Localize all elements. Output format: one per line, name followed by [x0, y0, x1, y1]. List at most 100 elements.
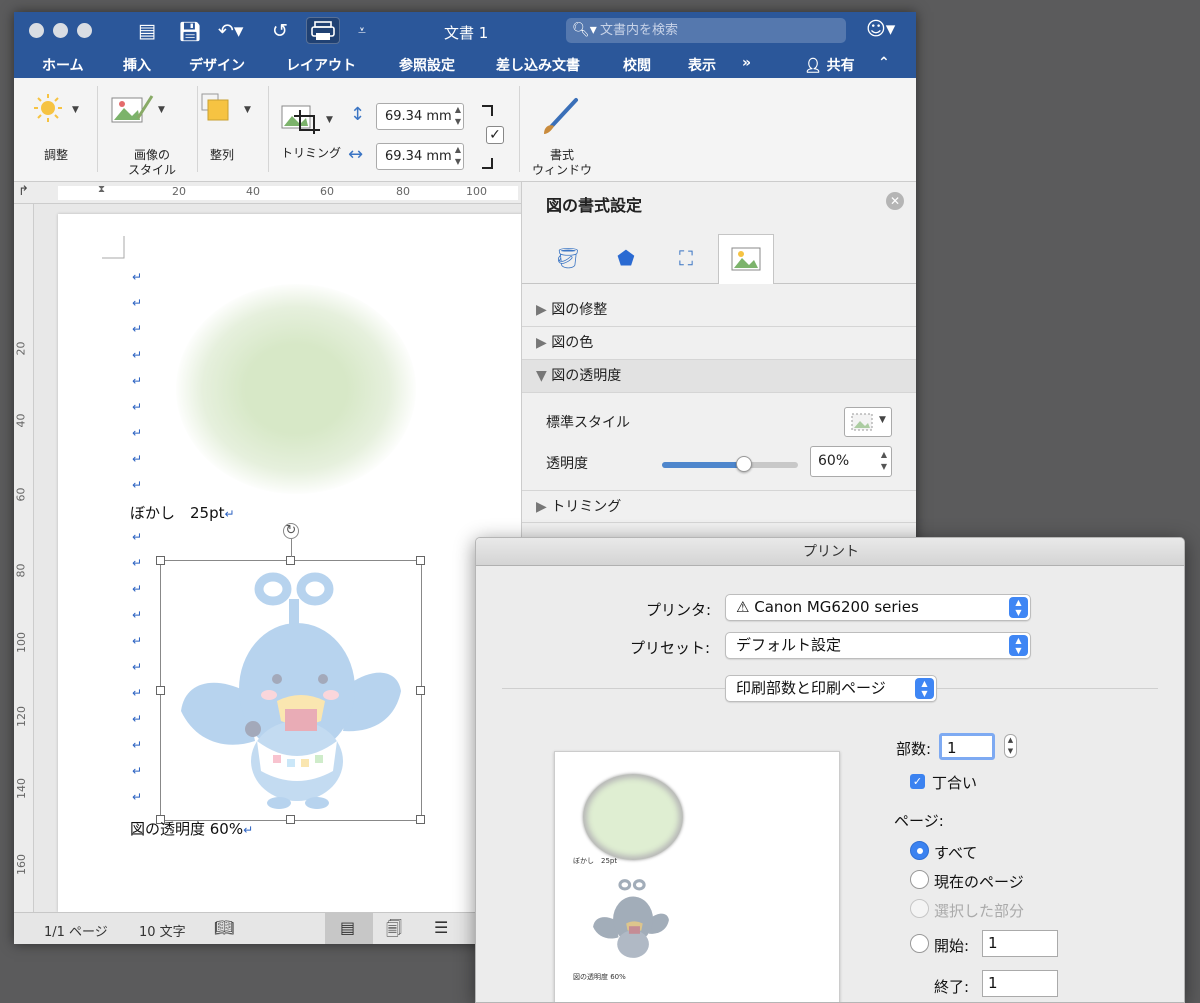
- minimize-window-button[interactable]: [53, 23, 68, 38]
- slider-fill: [662, 462, 744, 468]
- paragraph-mark: ↵: [132, 608, 143, 622]
- indent-marker-icon[interactable]: ⧗: [98, 184, 105, 195]
- copies-stepper[interactable]: ▲ ▼: [1004, 734, 1017, 758]
- word-count[interactable]: 10 文字: [139, 921, 186, 940]
- effects-tab[interactable]: ⬟: [598, 234, 654, 284]
- transparency-slider[interactable]: [662, 456, 798, 472]
- pages-all-radio[interactable]: [910, 841, 929, 860]
- paragraph-mark: ↵: [132, 296, 143, 310]
- tab-view[interactable]: 表示: [688, 55, 716, 75]
- adjust-button[interactable]: ▼: [30, 92, 82, 128]
- ribbon-tabs: ホーム 挿入 デザイン レイアウト 参照設定 差し込み文書 校閲 表示 » 👤︎…: [14, 50, 916, 78]
- resize-handle[interactable]: [286, 556, 295, 565]
- to-input[interactable]: 1: [982, 970, 1058, 997]
- blur-caption[interactable]: ぼかし 25pt↵: [130, 502, 235, 523]
- picture-tab[interactable]: [718, 234, 774, 284]
- crop-button[interactable]: ▼: [280, 104, 338, 138]
- print-layout-view-button[interactable]: ▤: [325, 913, 373, 944]
- horizontal-ruler[interactable]: ↱ ⧗ 20 40 60 80 100: [14, 182, 521, 204]
- paragraph-mark: ↵: [132, 582, 143, 596]
- height-input[interactable]: 69.34 mm ▲ ▼: [376, 103, 464, 130]
- expanded-triangle-icon: ▼: [536, 368, 547, 384]
- width-input[interactable]: 69.34 mm ▲ ▼: [376, 143, 464, 170]
- width-icon: ↔: [348, 144, 364, 165]
- sun-icon: ▼: [34, 94, 79, 122]
- vertical-ruler[interactable]: 20 40 60 80 100 120 140 160: [14, 204, 34, 912]
- zoom-window-button[interactable]: [77, 23, 92, 38]
- collate-checkbox[interactable]: ✓: [910, 774, 925, 789]
- section-crop[interactable]: ▶ トリミング: [522, 490, 916, 523]
- slider-knob[interactable]: [735, 456, 752, 472]
- page-count[interactable]: 1/1 ページ: [44, 921, 108, 940]
- transparency-preset-dropdown[interactable]: ▼: [844, 407, 892, 437]
- print-button[interactable]: [306, 17, 340, 44]
- tabs-more-button[interactable]: »: [742, 55, 751, 71]
- tab-design[interactable]: デザイン: [189, 55, 245, 75]
- ribbon-separator: [268, 86, 269, 172]
- close-window-button[interactable]: [29, 23, 44, 38]
- ribbon-separator: [197, 86, 198, 172]
- tab-stop-icon[interactable]: ↱: [18, 184, 29, 199]
- resize-handle[interactable]: [156, 556, 165, 565]
- paragraph-mark: ↵: [132, 764, 143, 778]
- tab-layout[interactable]: レイアウト: [286, 55, 356, 75]
- resize-handle[interactable]: [156, 686, 165, 695]
- height-stepper[interactable]: ▲ ▼: [455, 104, 461, 128]
- sidebar-icon[interactable]: ▤: [138, 20, 156, 42]
- layout-properties-tab[interactable]: ⛶: [658, 234, 714, 284]
- from-input[interactable]: 1: [982, 930, 1058, 957]
- resize-handle[interactable]: [416, 815, 425, 824]
- width-stepper[interactable]: ▲ ▼: [455, 144, 461, 168]
- document-page[interactable]: ↵ ↵ ↵ ↵ ↵ ↵ ↵ ↵ ↵ ぼかし 25pt↵ ↵ ↵ ↵ ↵ ↵ ↵ ↵ ↵ ↵ ↵ ↵: [58, 214, 528, 912]
- proofing-icon[interactable]: 📖︎: [214, 918, 234, 937]
- transparency-caption[interactable]: 図の透明度 60%↵: [130, 818, 253, 839]
- feedback-smiley-icon[interactable]: ☺▾: [866, 18, 895, 40]
- printer-select[interactable]: ⚠ Canon MG6200 series ▲ ▼: [725, 594, 1031, 621]
- rotate-handle-icon[interactable]: ↻: [283, 523, 299, 539]
- paragraph-mark: ↵: [132, 426, 143, 440]
- picture-style-button[interactable]: ▼: [110, 92, 168, 130]
- section-correction[interactable]: ▶ 図の修整: [522, 294, 916, 327]
- section-color[interactable]: ▶ 図の色: [522, 327, 916, 360]
- preset-select[interactable]: デフォルト設定 ▲ ▼: [725, 632, 1031, 659]
- resize-handle[interactable]: [416, 556, 425, 565]
- transparency-stepper[interactable]: ▲ ▼: [881, 449, 887, 473]
- tab-mailings[interactable]: 差し込み文書: [496, 55, 580, 75]
- height-icon: ↕: [350, 104, 366, 125]
- pages-current-radio[interactable]: [910, 870, 929, 889]
- lock-aspect-ratio-checkbox[interactable]: ✓: [486, 126, 504, 144]
- blurred-circle-image[interactable]: [176, 284, 416, 494]
- tab-insert[interactable]: 挿入: [123, 55, 151, 75]
- transparency-label: 透明度: [546, 456, 588, 472]
- tab-home[interactable]: ホーム: [42, 55, 84, 75]
- pane-close-icon[interactable]: ✕: [886, 192, 904, 210]
- ruler-tick: 20: [14, 341, 28, 356]
- format-window-button[interactable]: [540, 92, 584, 140]
- tab-review[interactable]: 校閲: [623, 55, 651, 75]
- to-label: 終了:: [934, 978, 970, 996]
- share-button[interactable]: 👤︎ 共有: [804, 55, 855, 75]
- customize-toolbar-icon[interactable]: ⩡: [358, 23, 366, 39]
- collapse-ribbon-icon[interactable]: ⌃: [878, 55, 890, 71]
- resize-handle[interactable]: [286, 815, 295, 824]
- paragraph-mark: ↵: [132, 556, 143, 570]
- copies-input[interactable]: 1: [939, 733, 995, 760]
- undo-icon[interactable]: ↶▾: [218, 20, 243, 42]
- save-icon[interactable]: 💾︎: [178, 20, 202, 43]
- arrange-button[interactable]: ▼: [200, 92, 256, 130]
- section-select[interactable]: 印刷部数と印刷ページ ▲ ▼: [725, 675, 937, 702]
- section-transparency[interactable]: ▼ 図の透明度: [522, 360, 916, 393]
- web-layout-icon[interactable]: 🗐︎: [386, 918, 402, 944]
- selected-image-frame[interactable]: ↻: [156, 523, 425, 824]
- tab-references[interactable]: 参照設定: [399, 55, 455, 75]
- outline-view-icon[interactable]: ☰: [434, 918, 448, 937]
- pages-all-label: すべて: [934, 844, 978, 862]
- transparency-input[interactable]: 60% ▲ ▼: [810, 446, 892, 477]
- resize-handle[interactable]: [416, 686, 425, 695]
- fill-line-tab[interactable]: 🪣︎: [540, 234, 596, 284]
- pages-range-radio[interactable]: [910, 934, 929, 953]
- collate-label: 丁合い: [932, 774, 978, 792]
- preset-label: プリセット:: [630, 639, 711, 657]
- search-box[interactable]: 🔍︎▾ 文書内を検索: [566, 18, 846, 43]
- redo-icon[interactable]: ↺: [272, 20, 288, 42]
